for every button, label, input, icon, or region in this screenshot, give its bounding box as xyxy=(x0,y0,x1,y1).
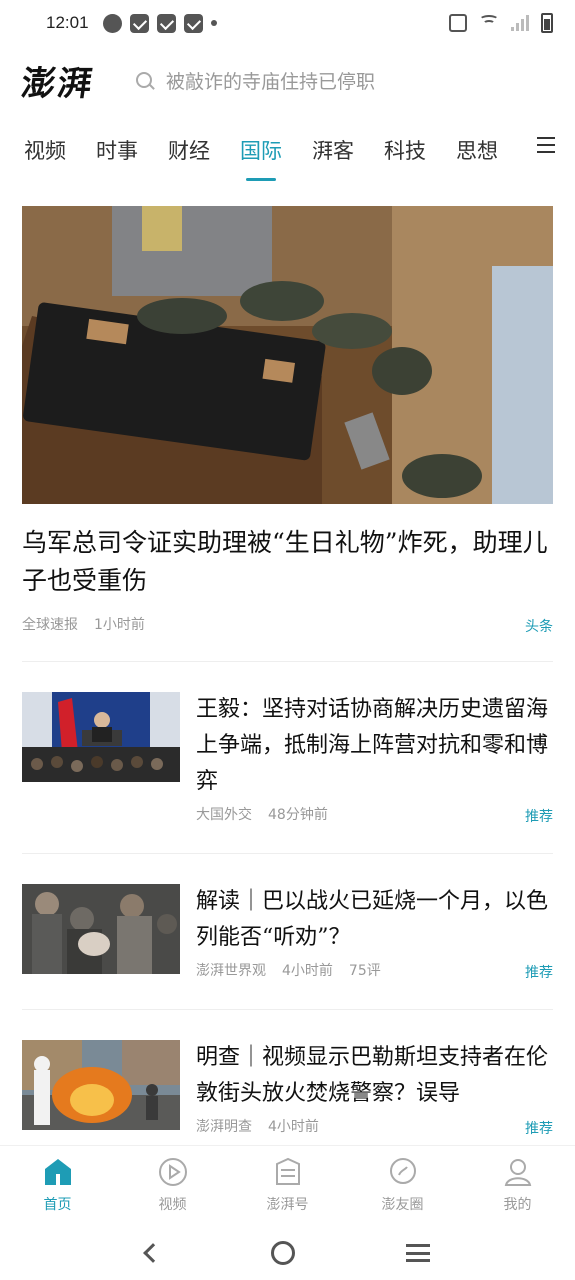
nav-home[interactable]: 首页 xyxy=(0,1146,115,1225)
tab-international[interactable]: 国际 xyxy=(240,135,282,165)
chat-icon xyxy=(389,1158,416,1184)
system-nav-bar xyxy=(0,1226,575,1280)
headline-tag: 头条 xyxy=(525,619,553,635)
article-meta: 大国外交 48分钟前 xyxy=(196,804,328,824)
hero-meta: 全球速报 1小时前 xyxy=(22,614,145,634)
article-title[interactable]: 明查｜视频显示巴勒斯坦支持者在伦敦街头放火焚烧警察？误导 xyxy=(196,1040,553,1112)
status-bar: 12:01 xyxy=(0,0,575,46)
recent-apps-icon[interactable] xyxy=(405,1244,430,1262)
article-source[interactable]: 大国外交 xyxy=(196,804,252,824)
list-item[interactable]: 明查｜视频显示巴勒斯坦支持者在伦敦街头放火焚烧警察？误导 澎湃明查 4小时前 推… xyxy=(22,1040,553,1140)
nav-circle[interactable]: 澎友圈 xyxy=(345,1146,460,1225)
app-logo[interactable]: 澎湃 xyxy=(19,56,126,105)
article-time: 4小时前 xyxy=(282,963,333,979)
signal-icon xyxy=(511,15,529,31)
tab-paike[interactable]: 湃客 xyxy=(312,135,354,165)
article-source[interactable]: 全球速报 xyxy=(22,614,78,634)
nav-account[interactable]: 澎湃号 xyxy=(230,1146,345,1225)
app-header: 澎湃 被敲诈的寺庙住持已停职 xyxy=(0,52,575,108)
article-meta: 澎湃世界观 4小时前 75评 xyxy=(196,960,381,980)
article-time: 1小时前 xyxy=(94,617,145,633)
home-button-icon[interactable] xyxy=(270,1241,295,1265)
nav-video[interactable]: 视频 xyxy=(115,1146,230,1225)
tab-video[interactable]: 视频 xyxy=(24,135,66,165)
user-icon xyxy=(504,1159,531,1186)
bottom-nav: 首页 视频 澎湃号 澎友圈 我的 xyxy=(0,1145,575,1225)
home-icon xyxy=(44,1159,71,1185)
mail-notification-icon xyxy=(129,13,149,33)
channel-menu-icon[interactable] xyxy=(537,137,555,153)
video-icon xyxy=(158,1158,187,1186)
app-notification-icon xyxy=(102,13,122,33)
mail-notification-icon xyxy=(156,13,176,33)
category-tabs: 视频 时事 财经 国际 湃客 科技 思想 xyxy=(0,120,575,180)
article-thumbnail xyxy=(22,692,180,782)
article-thumbnail xyxy=(22,884,180,974)
article-time: 4小时前 xyxy=(268,1119,319,1135)
list-item[interactable]: 王毅：坚持对话协商解决历史遗留海上争端，抵制海上阵营对抗和零和博弈 大国外交 4… xyxy=(22,692,553,832)
article-source[interactable]: 澎湃世界观 xyxy=(196,960,266,980)
tab-thought[interactable]: 思想 xyxy=(456,135,498,165)
tab-finance[interactable]: 财经 xyxy=(168,135,210,165)
mail-notification-icon xyxy=(183,13,203,33)
recommend-tag: 推荐 xyxy=(525,809,553,825)
more-notifications-icon xyxy=(210,20,217,26)
hero-image[interactable] xyxy=(22,206,553,504)
divider xyxy=(22,853,553,854)
article-title[interactable]: 解读｜巴以战火已延烧一个月，以色列能否“听劝”？ xyxy=(196,884,553,956)
tab-news[interactable]: 时事 xyxy=(96,135,138,165)
hero-title[interactable]: 乌军总司令证实助理被“生日礼物”炸死，助理儿子也受重伤 xyxy=(22,524,553,600)
nav-me[interactable]: 我的 xyxy=(460,1146,575,1225)
divider xyxy=(22,1009,553,1010)
search-bar[interactable]: 被敲诈的寺庙住持已停职 xyxy=(136,58,575,102)
search-icon xyxy=(136,72,152,88)
vibrate-icon xyxy=(449,14,467,32)
battery-icon xyxy=(541,13,553,33)
divider xyxy=(22,661,553,662)
back-icon[interactable] xyxy=(142,1243,163,1263)
recommend-tag: 推荐 xyxy=(525,965,553,981)
status-time: 12:01 xyxy=(46,13,89,32)
article-meta: 澎湃明查 4小时前 xyxy=(196,1116,319,1136)
wifi-icon xyxy=(479,15,499,31)
article-source[interactable]: 澎湃明查 xyxy=(196,1116,252,1136)
list-item[interactable]: 解读｜巴以战火已延烧一个月，以色列能否“听劝”？ 澎湃世界观 4小时前 75评 … xyxy=(22,884,553,984)
article-comments: 75评 xyxy=(348,963,381,979)
article-title[interactable]: 王毅：坚持对话协商解决历史遗留海上争端，抵制海上阵营对抗和零和博弈 xyxy=(196,692,553,800)
recommend-tag: 推荐 xyxy=(525,1121,553,1137)
tab-tech[interactable]: 科技 xyxy=(384,135,426,165)
account-icon xyxy=(275,1157,300,1185)
article-time: 48分钟前 xyxy=(268,807,328,823)
article-thumbnail xyxy=(22,1040,180,1130)
search-placeholder: 被敲诈的寺庙住持已停职 xyxy=(166,70,376,93)
